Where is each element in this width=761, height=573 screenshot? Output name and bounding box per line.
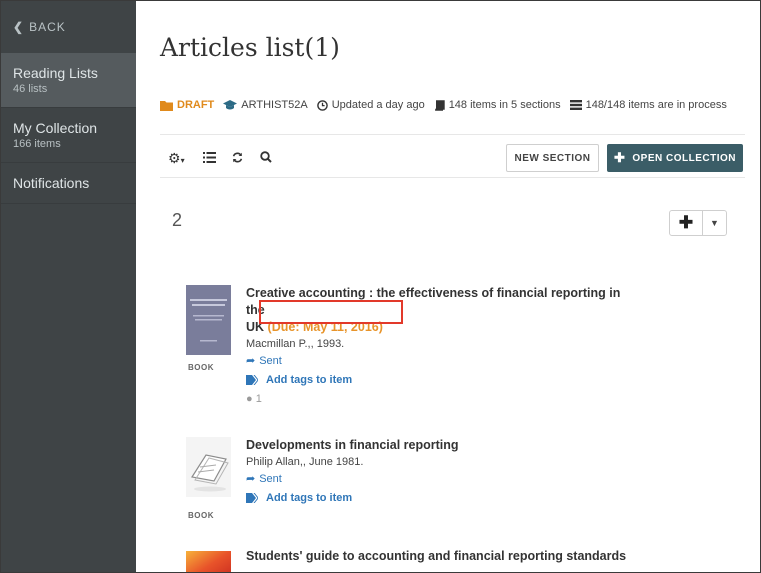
book-cover-thumbnail[interactable]	[186, 551, 231, 573]
toolbar: ⚙▾ NEW SECTION ✚ OPEN COLLECTION	[160, 142, 745, 174]
item-details: Students' guide to accounting and financ…	[246, 548, 636, 565]
comment-count-label: 1	[255, 393, 262, 405]
updated-info: Updated a day ago	[316, 99, 425, 111]
graduation-cap-icon	[223, 99, 238, 109]
refresh-icon	[232, 152, 243, 163]
sidebar-item-my-collection[interactable]: My Collection 166 items	[1, 108, 136, 163]
sidebar-item-title: My Collection	[13, 120, 98, 136]
refresh-button[interactable]	[232, 150, 243, 166]
page-title: Articles list(1)	[160, 33, 340, 62]
app-frame: ❮ BACK Reading Lists 46 lists My Collect…	[0, 0, 761, 573]
gear-icon: ⚙	[168, 150, 181, 166]
item-title[interactable]: Students' guide to accounting and financ…	[246, 548, 636, 565]
settings-dropdown[interactable]: ⚙▾	[168, 150, 185, 167]
sent-status: ➦ Sent	[246, 353, 636, 370]
chevron-left-icon: ❮	[13, 20, 25, 34]
course-label: ARTHIST52A	[241, 99, 308, 111]
course-code: ARTHIST52A	[223, 99, 308, 111]
sent-label: Sent	[259, 473, 282, 485]
open-collection-button[interactable]: ✚ OPEN COLLECTION	[607, 144, 743, 172]
share-icon: ➦	[246, 473, 256, 485]
in-process-label: 148/148 items are in process	[585, 99, 727, 111]
sidebar-item-reading-lists[interactable]: Reading Lists 46 lists	[1, 53, 136, 108]
divider	[160, 177, 745, 178]
sidebar-item-count: 46 lists	[13, 83, 48, 95]
main-content: Articles list(1) DRAFT ARTHIST52A Update…	[136, 1, 760, 573]
updated-label: Updated a day ago	[331, 99, 425, 111]
list-icon	[569, 100, 582, 110]
add-tags-link[interactable]: Add tags to item	[246, 488, 636, 508]
list-view-icon	[203, 152, 216, 163]
tag-icon	[246, 493, 258, 503]
status-badge: DRAFT	[177, 99, 215, 111]
list-meta-bar: DRAFT ARTHIST52A Updated a day ago 148 i…	[160, 99, 760, 111]
item-type-label: BOOK	[188, 511, 214, 520]
folder-icon	[160, 100, 173, 111]
add-tags-link[interactable]: Add tags to item	[246, 370, 636, 390]
add-item-dropdown[interactable]: ✚ ▼	[669, 210, 727, 236]
add-tags-label: Add tags to item	[266, 374, 353, 386]
add-item-button[interactable]: ✚	[670, 211, 703, 235]
caret-down-icon: ▾	[180, 156, 185, 165]
sidebar-item-count: 166 items	[13, 138, 61, 150]
share-icon: ➦	[246, 355, 256, 367]
comment-icon: ●	[246, 393, 253, 405]
sidebar-item-notifications[interactable]: Notifications	[1, 163, 136, 204]
sidebar-item-title: Reading Lists	[13, 65, 98, 81]
item-title[interactable]: Developments in financial reporting	[246, 437, 636, 454]
new-section-button[interactable]: NEW SECTION	[506, 144, 599, 172]
search-button[interactable]	[260, 150, 272, 166]
back-button[interactable]: ❮ BACK	[1, 1, 136, 53]
search-icon	[260, 151, 272, 163]
clock-icon	[316, 99, 328, 111]
items-count: 148 items in 5 sections	[434, 99, 561, 111]
item-details: Developments in financial reporting Phil…	[246, 437, 636, 508]
due-date-highlight	[259, 300, 403, 324]
item-publisher: Philip Allan,, June 1981.	[246, 456, 364, 468]
draft-status: DRAFT	[160, 99, 214, 111]
add-tags-label: Add tags to item	[266, 492, 353, 504]
list-view-button[interactable]	[203, 150, 216, 166]
book-cover-thumbnail[interactable]	[186, 437, 231, 497]
item-publisher: Macmillan P.,, 1993.	[246, 338, 345, 350]
book-icon	[434, 99, 445, 111]
item-type-label: BOOK	[188, 363, 214, 372]
process-count: 148/148 items are in process	[569, 99, 727, 111]
divider	[160, 134, 745, 135]
items-sections-label: 148 items in 5 sections	[448, 99, 561, 111]
comment-count[interactable]: ● 1	[246, 390, 636, 408]
plus-icon: ✚	[613, 150, 626, 165]
book-cover-thumbnail[interactable]	[186, 285, 231, 355]
sent-status: ➦ Sent	[246, 471, 636, 488]
sidebar-item-title: Notifications	[13, 175, 90, 191]
caret-down-icon[interactable]: ▼	[703, 211, 726, 235]
back-label: BACK	[29, 20, 66, 34]
sent-label: Sent	[259, 355, 282, 367]
open-collection-label: OPEN COLLECTION	[632, 152, 737, 164]
tag-icon	[246, 375, 258, 385]
sidebar: ❮ BACK Reading Lists 46 lists My Collect…	[1, 1, 136, 572]
section-number: 2	[172, 210, 183, 230]
